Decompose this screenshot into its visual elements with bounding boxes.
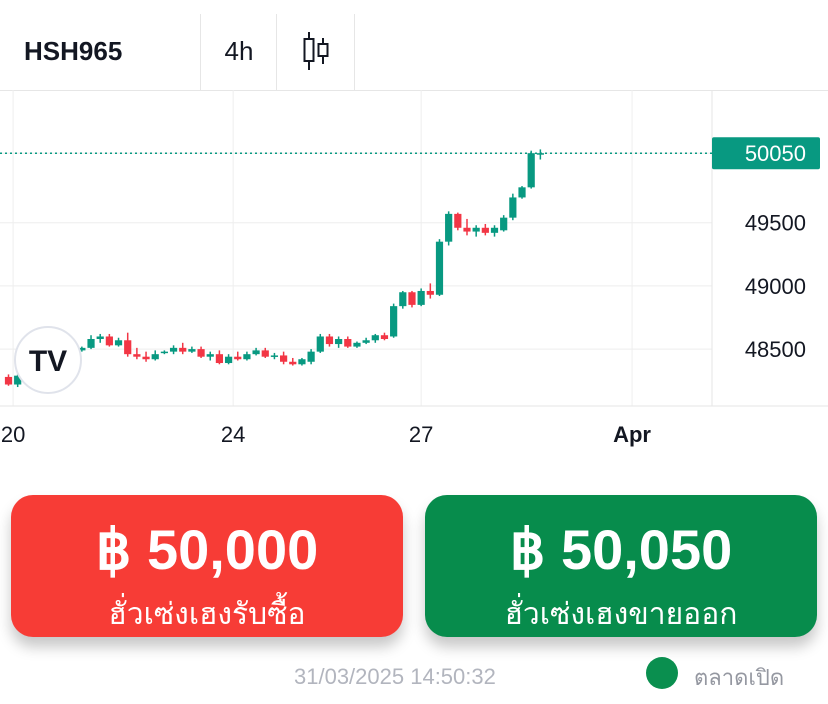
- candle-body: [179, 347, 187, 352]
- candle-body: [527, 153, 535, 188]
- candle-body: [114, 340, 123, 346]
- candle-body: [215, 354, 224, 364]
- toolbar-divider: [354, 14, 355, 90]
- candle-body: [435, 241, 444, 295]
- sell-label: ฮั่วเซ่งเฮงขายออก: [504, 598, 738, 631]
- candle-body: [261, 350, 269, 357]
- candle-body: [4, 376, 13, 385]
- candle-body: [518, 187, 526, 198]
- candle-body: [454, 213, 462, 228]
- price-chart[interactable]: 48500 49000 49500 50050 20 24 27 Apr TV: [0, 90, 828, 460]
- interval-button[interactable]: 4h: [202, 0, 276, 90]
- candle-body: [151, 354, 159, 360]
- candle-body: [463, 227, 471, 232]
- candle-body: [142, 356, 150, 360]
- chart-type-button[interactable]: [278, 0, 354, 90]
- candle-body: [325, 336, 334, 345]
- candle-body: [197, 349, 205, 357]
- candle-body: [472, 227, 480, 232]
- candle-body: [316, 336, 324, 352]
- buy-price: ฿ 50,000: [95, 518, 319, 581]
- candle-body: [87, 339, 95, 348]
- candle-body: [335, 339, 343, 345]
- candle-body: [96, 336, 104, 340]
- buy-price-card[interactable]: ฿ 50,000 ฮั่วเซ่งเฮงรับซื้อ: [11, 495, 403, 637]
- time-tick-label: 24: [221, 422, 245, 447]
- candle-body: [169, 347, 178, 352]
- market-status-text: ตลาดเปิด: [694, 665, 785, 690]
- market-status-dot: [646, 657, 678, 689]
- candle-body: [344, 339, 352, 347]
- candle-body: [252, 350, 260, 355]
- price-tick-label: 48500: [745, 337, 806, 362]
- price-tick-label: 49000: [745, 274, 806, 299]
- candle-body: [289, 361, 297, 365]
- candle-body: [380, 335, 389, 340]
- symbol-name[interactable]: HSH965: [24, 0, 122, 90]
- candle-body: [133, 354, 141, 357]
- candle-body: [188, 349, 196, 352]
- candle-body: [399, 292, 407, 307]
- candle-body: [206, 354, 214, 357]
- price-tick-label: 49500: [745, 211, 806, 236]
- candle-body: [307, 351, 315, 362]
- toolbar-divider: [276, 14, 277, 90]
- candle-body: [124, 340, 132, 355]
- candlestick-icon: [303, 32, 329, 70]
- time-tick-label: Apr: [613, 422, 651, 447]
- sell-price: ฿ 50,050: [509, 518, 733, 581]
- candle-body: [509, 197, 517, 218]
- candle-body: [280, 355, 288, 362]
- candle-body: [160, 351, 168, 354]
- tradingview-logo-icon: TV: [29, 345, 67, 378]
- candle-body: [490, 227, 499, 233]
- toolbar-divider: [200, 14, 201, 90]
- candle-body: [408, 292, 416, 305]
- last-price-label: 50050: [745, 141, 806, 166]
- candle-body: [426, 290, 434, 295]
- time-tick-label: 27: [409, 422, 433, 447]
- sell-price-card[interactable]: ฿ 50,050 ฮั่วเซ่งเฮงขายออก: [425, 495, 817, 637]
- candle-body: [362, 340, 370, 343]
- buy-label: ฮั่วเซ่งเฮงรับซื้อ: [108, 598, 306, 631]
- candle-body: [417, 290, 425, 305]
- candle-body: [500, 217, 508, 231]
- candle-body: [390, 306, 398, 337]
- time-tick-label: 20: [1, 422, 25, 447]
- candle-body: [234, 356, 242, 360]
- candle-body: [270, 355, 279, 357]
- chart-toolbar: HSH965 4h: [0, 0, 828, 91]
- candle-body: [481, 227, 489, 233]
- candle-body: [445, 213, 453, 242]
- candle-body: [224, 356, 233, 364]
- candle-body: [105, 336, 113, 346]
- candle-body: [353, 342, 361, 347]
- candle-body: [243, 354, 251, 360]
- update-timestamp: 31/03/2025 14:50:32: [294, 664, 496, 689]
- candle-body: [371, 335, 379, 341]
- candle-body: [298, 359, 306, 365]
